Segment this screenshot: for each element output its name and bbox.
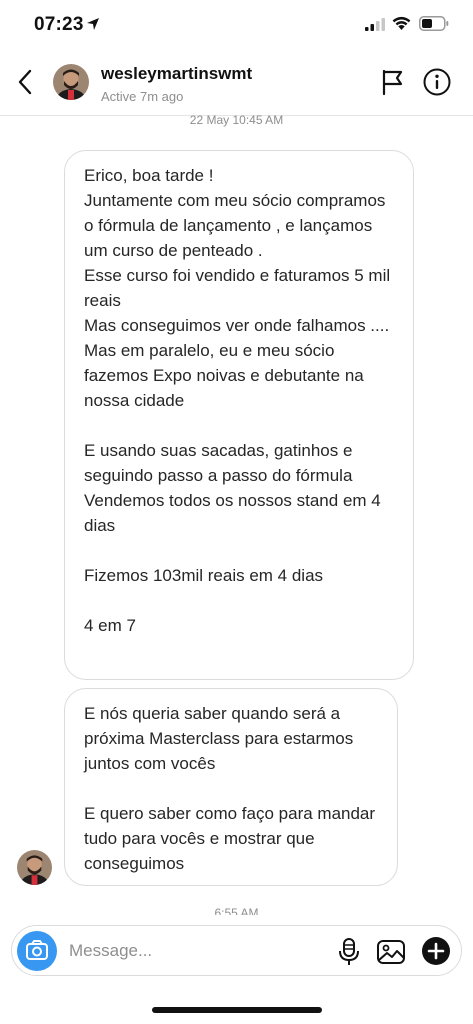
- avatar-image: [53, 64, 89, 100]
- info-icon[interactable]: [423, 68, 451, 96]
- message-composer: [11, 925, 462, 976]
- back-icon[interactable]: [14, 67, 36, 97]
- wifi-icon: [392, 16, 411, 30]
- camera-icon: [26, 940, 48, 960]
- gallery-icon[interactable]: [376, 937, 406, 967]
- message-timestamp: 22 May 10:45 AM: [189, 113, 284, 127]
- flag-icon[interactable]: [379, 68, 405, 96]
- home-indicator: [152, 1007, 322, 1013]
- active-status: Active 7m ago: [101, 89, 184, 104]
- message-input[interactable]: [69, 934, 319, 968]
- message-bubble[interactable]: Erico, boa tarde ! Juntamente com meu só…: [64, 150, 414, 680]
- avatar-image: [17, 850, 52, 885]
- microphone-icon[interactable]: [337, 937, 361, 967]
- location-arrow-icon: [87, 18, 99, 30]
- conversation-header: wesleymartinswmt Active 7m ago: [0, 50, 473, 116]
- avatar[interactable]: [53, 64, 89, 100]
- plus-icon[interactable]: [421, 936, 451, 966]
- camera-button[interactable]: [17, 931, 57, 971]
- signal-icon: [365, 18, 385, 31]
- battery-icon: [419, 16, 449, 31]
- sender-avatar[interactable]: [17, 850, 52, 885]
- status-bar: 07:23: [0, 0, 473, 50]
- message-timestamp: 6:55 AM: [214, 906, 259, 915]
- status-time: 07:23: [34, 14, 84, 35]
- conversation-username[interactable]: wesleymartinswmt: [101, 64, 252, 84]
- message-bubble[interactable]: E nós queria saber quando será a próxima…: [64, 688, 398, 886]
